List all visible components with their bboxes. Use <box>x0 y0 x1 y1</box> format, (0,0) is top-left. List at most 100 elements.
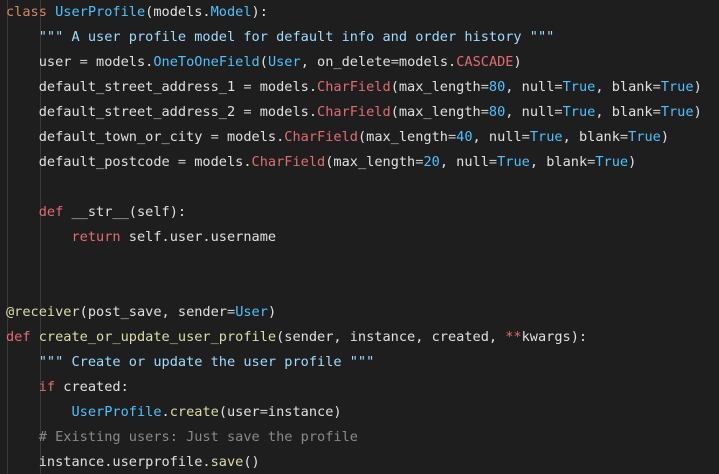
code-token: = <box>210 129 219 145</box>
code-line[interactable]: """ A user profile model for default inf… <box>6 25 719 50</box>
code-token: default_town_or_city <box>6 129 211 145</box>
code-token: CASCADE <box>456 54 514 70</box>
code-token: True <box>562 79 596 95</box>
code-line[interactable]: def __str__(self): <box>6 200 719 225</box>
code-token: ) <box>513 54 522 70</box>
code-token: True <box>562 104 596 120</box>
code-line[interactable]: UserProfile.create(user=instance) <box>6 400 719 425</box>
code-token: , null <box>505 104 555 120</box>
code-token: return <box>71 229 121 245</box>
code-token: (post_save, sender <box>79 304 227 320</box>
code-token: ( <box>259 54 268 70</box>
code-token: ) <box>267 304 277 320</box>
code-token: (max_length <box>325 154 416 170</box>
code-token: instance) <box>267 404 342 420</box>
code-token: = <box>177 154 187 170</box>
code-token: = <box>243 104 252 120</box>
code-token: class <box>6 4 47 20</box>
code-token: = <box>652 79 661 95</box>
code-token: default_postcode <box>6 154 178 170</box>
code-token: User <box>235 304 268 320</box>
code-token: True <box>660 104 694 120</box>
code-token: @receiver <box>6 304 80 320</box>
code-line[interactable]: def create_or_update_user_profile(sender… <box>6 325 719 350</box>
code-token: , blank <box>595 104 653 120</box>
code-line[interactable]: ​ <box>6 175 719 200</box>
code-line[interactable]: return self.user.username <box>6 225 719 250</box>
code-token: (user <box>218 404 260 420</box>
code-token: ) <box>693 79 702 95</box>
code-token: () <box>243 454 260 470</box>
code-token: default_street_address_2 <box>6 104 244 120</box>
code-token: Model <box>210 4 252 20</box>
code-token: , on_delete <box>300 54 391 70</box>
code-token: = <box>243 79 252 95</box>
code-token: 80 <box>488 104 506 120</box>
code-token: CharField <box>284 129 358 145</box>
code-token: default_street_address_1 <box>6 79 244 95</box>
code-token: = <box>488 154 498 170</box>
code-token: True <box>529 129 563 145</box>
code-token: def <box>38 204 64 220</box>
code-token: = <box>652 104 661 120</box>
code-token: = <box>480 79 489 95</box>
code-line[interactable]: if created: <box>6 375 719 400</box>
code-token: , null <box>439 154 489 170</box>
code-line[interactable]: instance.userprofile.save() <box>6 450 719 474</box>
code-token: = <box>521 129 530 145</box>
code-token: OneToOneField <box>153 54 260 70</box>
code-token: kwargs): <box>521 329 588 345</box>
code-token: (models. <box>145 4 211 20</box>
code-token: ) <box>628 154 637 170</box>
code-token: True <box>497 154 530 170</box>
code-token: # Existing users: Just save the profile <box>38 429 358 445</box>
code-token: , blank <box>595 79 653 95</box>
code-editor[interactable]: class UserProfile(models.Model): """ A u… <box>0 0 719 474</box>
code-token: CharField <box>317 79 391 95</box>
code-token: def <box>6 329 31 345</box>
code-token: = <box>259 404 268 420</box>
code-token: if <box>38 379 56 395</box>
code-token: models. <box>87 54 154 70</box>
code-token: ): <box>251 4 268 20</box>
code-token: models. <box>251 79 318 95</box>
code-token: True <box>628 129 661 145</box>
code-token: , blank <box>562 129 620 145</box>
code-line[interactable]: @receiver(post_save, sender=User) <box>6 300 719 325</box>
code-line[interactable]: """ Create or update the user profile ""… <box>6 350 719 375</box>
code-token: models. <box>398 54 457 70</box>
code-token: . <box>161 404 170 420</box>
code-token: created: <box>55 379 129 395</box>
code-line[interactable]: default_street_address_1 = models.CharFi… <box>6 75 719 100</box>
code-token: = <box>227 304 236 320</box>
code-line[interactable]: default_postcode = models.CharField(max_… <box>6 150 719 175</box>
code-token: CharField <box>251 154 326 170</box>
code-token: create_or_update_user_profile <box>38 329 277 345</box>
code-line[interactable]: # Existing users: Just save the profile <box>6 425 719 450</box>
code-line[interactable]: default_street_address_2 = models.CharFi… <box>6 100 719 125</box>
code-token: = <box>554 104 563 120</box>
code-token: User <box>267 54 301 70</box>
code-token: = <box>480 104 489 120</box>
code-line[interactable]: user = models.OneToOneField(User, on_del… <box>6 50 719 75</box>
code-token: user <box>6 54 80 70</box>
code-token: (max_length <box>390 79 481 95</box>
code-token: 80 <box>488 79 506 95</box>
code-token: True <box>595 154 629 170</box>
code-token: """ A user profile model for default inf… <box>38 29 555 45</box>
code-token: (sender, instance, created, <box>276 329 506 345</box>
code-line[interactable]: ​ <box>6 250 719 275</box>
code-line[interactable]: default_town_or_city = models.CharField(… <box>6 125 719 150</box>
code-token: ) <box>660 129 670 145</box>
code-line[interactable]: class UserProfile(models.Model): <box>6 0 719 25</box>
code-token: , null <box>505 79 555 95</box>
code-line[interactable]: ​ <box>6 275 719 300</box>
code-token: UserProfile <box>55 4 146 20</box>
code-token: self.user.username <box>120 229 277 245</box>
code-token: , null <box>472 129 522 145</box>
